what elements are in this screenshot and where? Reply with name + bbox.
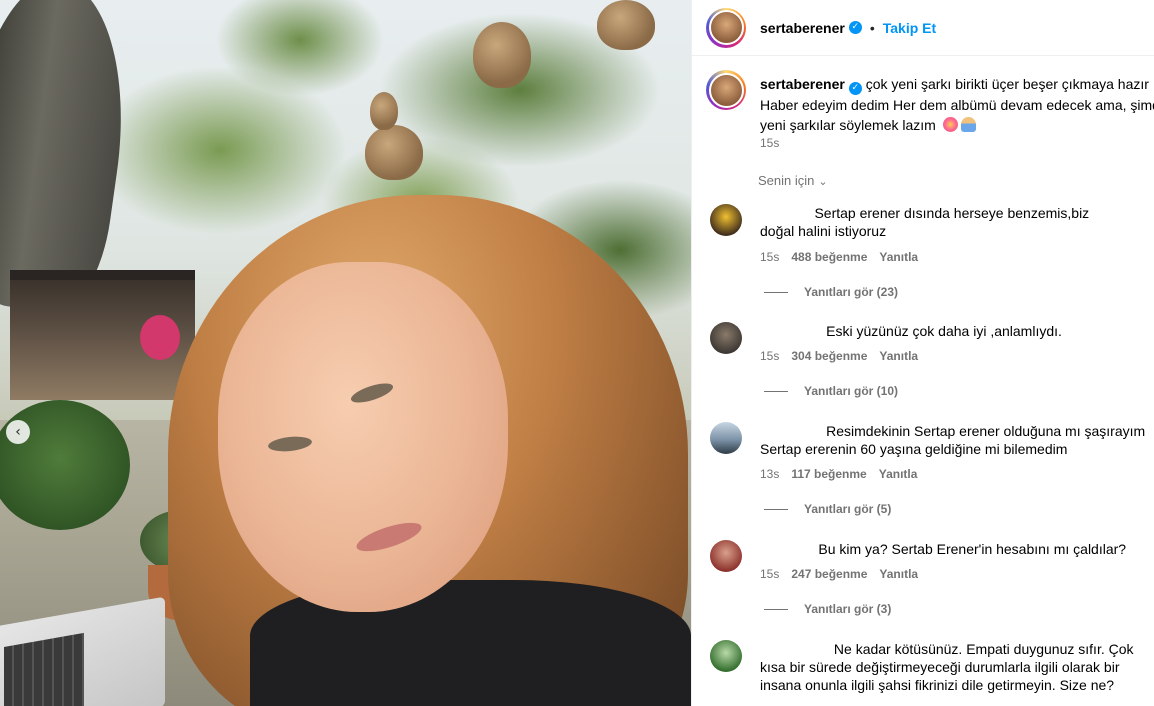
caption-timestamp[interactable]: 15s bbox=[760, 136, 779, 150]
comment-meta: 15s 304 beğenme Yanıtla bbox=[760, 349, 918, 363]
laptop-keyboard bbox=[4, 632, 84, 706]
commenter-avatar[interactable] bbox=[710, 640, 742, 672]
replies-divider bbox=[764, 508, 788, 510]
caption-line-3: yeni şarkılar söylemek lazım bbox=[760, 117, 936, 133]
carousel-prev-button[interactable]: ‹ bbox=[6, 420, 30, 444]
reply-button[interactable]: Yanıtla bbox=[879, 349, 918, 363]
replies-divider bbox=[764, 291, 788, 293]
view-replies-label: Yanıtları gör (10) bbox=[804, 384, 899, 398]
view-replies-button[interactable]: Yanıtları gör (3) bbox=[764, 602, 891, 616]
chevron-down-icon: ⌄ bbox=[818, 175, 828, 188]
comment-timestamp[interactable]: 15s bbox=[760, 250, 779, 264]
hanging-gourd-lamp bbox=[597, 0, 655, 50]
hanging-gourd-lamp bbox=[473, 22, 531, 88]
comment-text: Resimdekinin Sertap erener olduğuna mı ş… bbox=[760, 423, 1146, 457]
comment-text: Bu kim ya? Sertab Erener'in hesabını mı … bbox=[760, 541, 1127, 557]
comment-likes[interactable]: 117 beğenme bbox=[791, 467, 866, 481]
follow-button[interactable]: Takip Et bbox=[883, 20, 936, 36]
caption-line-2: Haber edeyim dedim Her dem albümü devam … bbox=[760, 97, 1154, 113]
comment-sort-label: Senin için bbox=[758, 173, 815, 188]
view-replies-label: Yanıtları gör (3) bbox=[804, 602, 892, 616]
view-replies-label: Yanıtları gör (23) bbox=[804, 285, 899, 299]
hanging-gourd-lamp bbox=[370, 92, 398, 130]
comment-text: Ne kadar kötüsünüz. Empati duygunuz sıfı… bbox=[760, 641, 1134, 693]
pink-flowers bbox=[140, 315, 180, 360]
hanging-gourd-lamp bbox=[365, 125, 423, 180]
person-emoji-icon bbox=[960, 117, 976, 132]
post-header: sertaberener ✓ • Takip Et bbox=[692, 0, 1154, 56]
comment-sort-dropdown[interactable]: Senin için ⌄ bbox=[758, 173, 828, 188]
avatar-image bbox=[708, 10, 744, 45]
reply-button[interactable]: Yanıtla bbox=[879, 250, 918, 264]
comment-timestamp[interactable]: 15s bbox=[760, 567, 779, 581]
commenter-avatar[interactable] bbox=[710, 422, 742, 454]
view-replies-button[interactable]: Yanıtları gör (23) bbox=[764, 285, 898, 299]
commenter-avatar[interactable] bbox=[710, 322, 742, 354]
comment-timestamp[interactable]: 13s bbox=[760, 467, 779, 481]
separator-dot: • bbox=[869, 19, 875, 36]
caption-text: sertaberener ✓ çok yeni şarkı birikti üçe… bbox=[760, 74, 1154, 135]
view-replies-label: Yanıtları gör (5) bbox=[804, 502, 892, 516]
comment-text: Sertap erener dısında herseye benzemis,b… bbox=[760, 205, 1090, 239]
comment-likes[interactable]: 304 beğenme bbox=[791, 349, 867, 363]
comment-meta: 15s 488 beğenme Yanıtla bbox=[760, 250, 918, 264]
replies-divider bbox=[764, 608, 788, 610]
comment-timestamp[interactable]: 15s bbox=[760, 349, 779, 363]
comment-likes[interactable]: 488 beğenme bbox=[791, 250, 867, 264]
chevron-left-icon: ‹ bbox=[15, 424, 21, 440]
caption-avatar[interactable] bbox=[706, 70, 746, 110]
post-photo[interactable]: ‹ bbox=[0, 0, 691, 706]
view-replies-button[interactable]: Yanıtları gör (10) bbox=[764, 384, 898, 398]
commenter-avatar[interactable] bbox=[710, 204, 742, 236]
reply-button[interactable]: Yanıtla bbox=[879, 567, 918, 581]
caption-line-1: çok yeni şarkı birikti üçer beşer çıkmay… bbox=[865, 76, 1154, 92]
avatar[interactable] bbox=[706, 7, 746, 48]
commenter-avatar[interactable] bbox=[710, 540, 742, 572]
post-side-panel: sertaberener ✓ • Takip Et sertaberener ✓ … bbox=[691, 0, 1154, 706]
replies-divider bbox=[764, 390, 788, 392]
avatar-image bbox=[708, 72, 744, 108]
caption-username[interactable]: sertaberener bbox=[760, 76, 845, 92]
woman-face bbox=[218, 262, 508, 612]
view-replies-button[interactable]: Yanıtları gör (5) bbox=[764, 502, 891, 516]
comment-text: Eski yüzünüz çok daha iyi ,anlamlıydı. bbox=[760, 323, 1062, 339]
post-username[interactable]: sertaberener bbox=[760, 20, 845, 36]
verified-badge-icon: ✓ bbox=[848, 21, 862, 34]
flower-emoji-icon bbox=[942, 117, 958, 132]
comment-meta: 15s 247 beğenme Yanıtla bbox=[760, 567, 918, 581]
comment-likes[interactable]: 247 beğenme bbox=[791, 567, 867, 581]
verified-badge-icon: ✓ bbox=[848, 82, 862, 95]
reply-button[interactable]: Yanıtla bbox=[879, 467, 918, 481]
comment-meta: 13s 117 beğenme Yanıtla bbox=[760, 467, 917, 481]
